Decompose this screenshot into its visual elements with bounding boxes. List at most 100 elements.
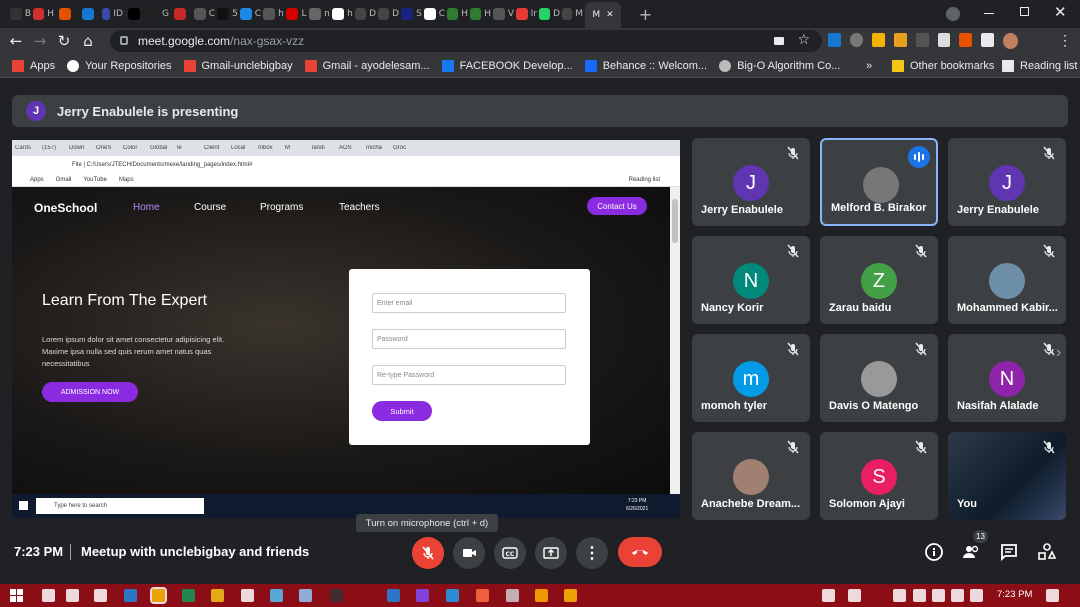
participant-tile[interactable]: Davis O Matengo (820, 334, 938, 422)
browser-tab[interactable] (56, 4, 77, 24)
new-tab-button[interactable]: + (635, 4, 656, 24)
browser-tab[interactable]: D (378, 4, 399, 24)
browser-tab[interactable]: V (493, 4, 514, 24)
extension-icon[interactable] (893, 33, 907, 47)
browser-tab[interactable]: H (470, 4, 491, 24)
extension-icon[interactable] (959, 33, 973, 47)
bookmark-behance[interactable]: Behance :: Welcom... (584, 59, 707, 72)
bookmark-gmail-2[interactable]: Gmail - ayodelesam... (304, 59, 430, 72)
tray-icon[interactable] (893, 589, 906, 602)
app-icon[interactable] (476, 589, 489, 602)
browser-tab[interactable]: D (539, 4, 560, 24)
participant-tile[interactable]: S Solomon Ajayi (820, 432, 938, 520)
browser-tab[interactable]: Ir (516, 4, 537, 24)
participant-tile[interactable]: You (948, 432, 1066, 520)
browser-tab[interactable]: ID (102, 4, 123, 24)
browser-tab[interactable]: D (355, 4, 376, 24)
extension-icon[interactable] (915, 33, 929, 47)
url-field[interactable]: meet.google.com/nax-gsax-vzz ☆ (110, 30, 822, 52)
tray-icon[interactable] (822, 589, 835, 602)
browser-tab[interactable]: 5 (217, 4, 238, 24)
participant-tile[interactable]: Z Zarau baidu (820, 236, 938, 324)
bookmark-facebook[interactable]: FACEBOOK Develop... (441, 59, 573, 72)
taskbar-clock[interactable]: 7:23 PM (997, 589, 1032, 600)
bookmark-other[interactable]: Other bookmarks (892, 59, 994, 72)
camera-icon[interactable] (774, 37, 784, 45)
terminal-icon[interactable] (330, 589, 343, 602)
browser-tab[interactable]: C (240, 4, 261, 24)
mail-icon[interactable] (241, 589, 254, 602)
menu-dots-icon[interactable]: ⋮ (1058, 32, 1072, 49)
browser-tab[interactable]: L (286, 4, 307, 24)
browser-tab[interactable] (125, 4, 146, 24)
leave-call-button[interactable] (618, 537, 662, 567)
notification-icon[interactable] (1046, 589, 1059, 602)
chrome-icon[interactable] (150, 587, 167, 604)
meeting-details-icon[interactable] (924, 542, 944, 562)
file-explorer-icon[interactable] (211, 589, 224, 602)
forward-icon[interactable]: → (28, 32, 52, 50)
app-icon[interactable] (506, 589, 519, 602)
browser-tab[interactable]: h (263, 4, 284, 24)
bookmark-star-icon[interactable]: ☆ (797, 32, 810, 48)
back-icon[interactable]: ← (4, 32, 28, 50)
people-icon[interactable] (961, 542, 981, 562)
participant-tile[interactable]: J Jerry Enabulele (692, 138, 810, 226)
mic-toggle-button[interactable] (412, 537, 444, 569)
search-icon[interactable] (42, 589, 55, 602)
pen-icon[interactable] (970, 589, 983, 602)
participant-tile[interactable]: Mohammed Kabir... (948, 236, 1066, 324)
browser-tab[interactable]: G (148, 4, 169, 24)
participant-tile[interactable]: N Nasifah Alalade (948, 334, 1066, 422)
participant-tile[interactable]: m momoh tyler (692, 334, 810, 422)
browser-tab[interactable]: C (424, 4, 445, 24)
browser-tab[interactable]: h (332, 4, 353, 24)
reload-icon[interactable]: ↻ (52, 32, 76, 50)
close-tab-icon[interactable]: ✕ (606, 10, 614, 20)
reading-list[interactable]: Reading list (1002, 59, 1077, 72)
extension-icon[interactable] (871, 33, 885, 47)
more-options-button[interactable]: ⋮ (576, 537, 608, 569)
cloud-icon[interactable] (848, 589, 861, 602)
puzzle-icon[interactable] (981, 33, 995, 47)
cortana-icon[interactable] (66, 589, 79, 602)
extension-icon[interactable] (937, 33, 951, 47)
bookmark-apps[interactable]: Apps (12, 59, 55, 72)
browser-tab[interactable]: B (10, 4, 31, 24)
chat-icon[interactable] (999, 542, 1019, 562)
vscode-icon[interactable] (387, 589, 400, 602)
browser-tab[interactable] (171, 4, 192, 24)
chrome-icon[interactable] (564, 589, 577, 602)
app-icon[interactable] (535, 589, 548, 602)
camera-toggle-button[interactable] (453, 537, 485, 569)
windows-start-icon[interactable] (10, 589, 23, 602)
participant-tile[interactable]: N Nancy Korir (692, 236, 810, 324)
participant-tile[interactable]: Anachebe Dream... (692, 432, 810, 520)
home-icon[interactable]: ⌂ (76, 32, 100, 50)
browser-tab[interactable]: C (194, 4, 215, 24)
bookmark-repositories[interactable]: Your Repositories (67, 59, 172, 72)
browser-tab[interactable]: S (401, 4, 422, 24)
wifi-icon[interactable] (932, 589, 945, 602)
task-view-icon[interactable] (94, 589, 107, 602)
bookmarks-overflow-icon[interactable]: » (866, 60, 872, 72)
browser-tab[interactable]: H (447, 4, 468, 24)
app-icon[interactable] (446, 589, 459, 602)
browser-tab[interactable] (79, 4, 100, 24)
close-window-icon[interactable]: ✕ (1054, 3, 1067, 21)
browser-tab-active[interactable]: M ✕ (585, 2, 621, 28)
minimize-icon[interactable] (984, 13, 994, 14)
profile-avatar[interactable] (1003, 33, 1018, 49)
app-icon[interactable] (270, 589, 283, 602)
app-icon[interactable] (124, 589, 137, 602)
bookmark-bigo[interactable]: Big-O Algorithm Co... (719, 59, 840, 72)
edge-icon[interactable] (182, 589, 195, 602)
mic-icon[interactable] (913, 589, 926, 602)
restore-icon[interactable] (1020, 7, 1029, 16)
extension-icons[interactable] (828, 33, 1018, 49)
browser-tab[interactable]: n (309, 4, 330, 24)
app-icon[interactable] (299, 589, 312, 602)
shared-screen[interactable]: Cards (157) Down OneS Color Global le Client Loc… (12, 140, 680, 518)
volume-icon[interactable] (951, 589, 964, 602)
participant-tile[interactable]: J Jerry Enabulele (948, 138, 1066, 226)
